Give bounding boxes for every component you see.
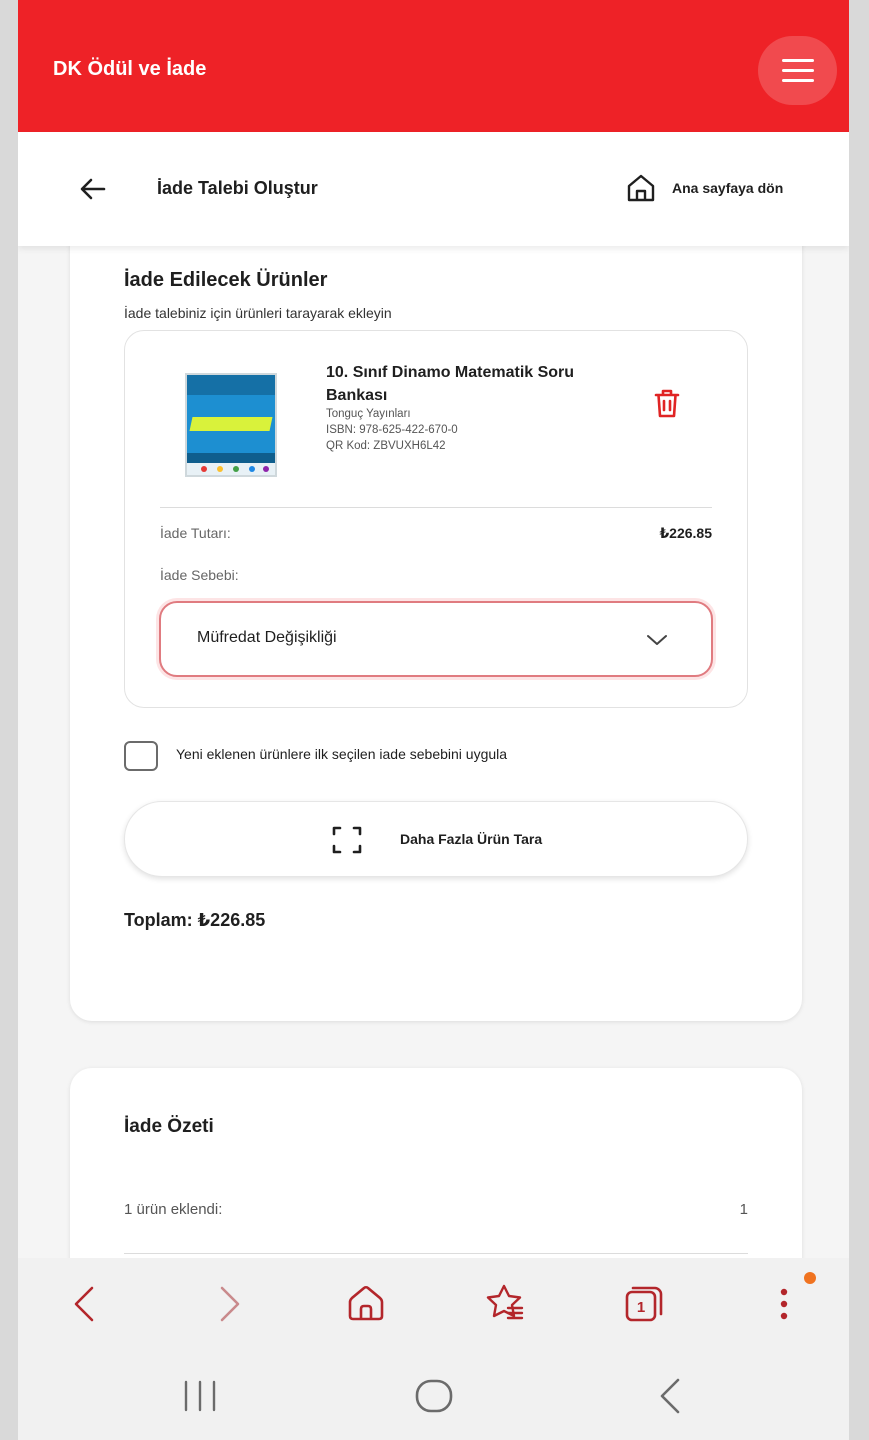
trash-icon[interactable] bbox=[650, 386, 684, 420]
summary-row-value: 1 bbox=[739, 1201, 748, 1218]
tab-count: 1 bbox=[637, 1299, 645, 1316]
bookmarks-icon[interactable] bbox=[482, 1282, 526, 1326]
apply-reason-label: Yeni eklenen ürünlere ilk seçilen iade s… bbox=[176, 746, 508, 762]
hamburger-menu-button[interactable] bbox=[758, 36, 837, 105]
home-icon bbox=[627, 174, 655, 202]
recent-apps-icon[interactable] bbox=[178, 1378, 222, 1414]
more-icon[interactable] bbox=[762, 1282, 806, 1326]
product-qr-code: QR Kod: ZBVUXH6L42 bbox=[326, 440, 446, 452]
summary-row-label: 1 ürün eklendi: bbox=[124, 1201, 223, 1218]
scan-more-button[interactable]: Daha Fazla Ürün Tara bbox=[124, 801, 748, 877]
product-title: 10. Sınıf Dinamo Matematik Soru Bankası bbox=[326, 364, 575, 404]
items-card: İade Edilecek Ürünler İade talebiniz içi… bbox=[70, 246, 802, 1021]
app-title: DK Ödül ve İade bbox=[53, 58, 207, 80]
product-publisher: Tonguç Yayınları bbox=[326, 408, 411, 420]
system-nav-bar bbox=[18, 1352, 849, 1440]
back-arrow-icon[interactable] bbox=[76, 172, 110, 206]
summary-divider bbox=[124, 1253, 748, 1254]
notification-dot bbox=[804, 1272, 816, 1284]
items-section-subtitle: İade talebiniz için ürünleri tarayarak e… bbox=[124, 305, 392, 321]
scan-frame-icon bbox=[332, 826, 362, 854]
page-title: İade Talebi Oluştur bbox=[157, 178, 318, 198]
product-isbn: ISBN: 978-625-422-670-0 bbox=[326, 424, 458, 436]
total-amount: Toplam: ₺226.85 bbox=[124, 910, 266, 930]
app-bar: DK Ödül ve İade bbox=[18, 0, 849, 132]
page-header: İade Talebi Oluştur Ana sayfaya dön bbox=[18, 132, 849, 246]
chevron-down-icon bbox=[647, 635, 667, 645]
book-cover-image bbox=[185, 373, 277, 477]
back-icon[interactable] bbox=[64, 1282, 108, 1326]
forward-icon[interactable] bbox=[206, 1282, 250, 1326]
tabs-icon[interactable]: 1 bbox=[622, 1282, 666, 1326]
summary-title: İade Özeti bbox=[124, 1116, 214, 1137]
summary-card: İade Özeti 1 ürün eklendi: 1 bbox=[70, 1068, 802, 1258]
refund-reason-select[interactable]: Müfredat Değişikliği bbox=[159, 601, 713, 677]
items-section-title: İade Edilecek Ürünler bbox=[124, 269, 328, 291]
system-back-icon[interactable] bbox=[650, 1376, 690, 1416]
apply-reason-checkbox[interactable] bbox=[124, 741, 158, 771]
refund-amount-label: İade Tutarı: bbox=[160, 525, 231, 541]
phone-screen: DK Ödül ve İade İade Talebi Oluştur Ana … bbox=[18, 0, 849, 1440]
divider bbox=[160, 507, 712, 508]
scan-more-label: Daha Fazla Ürün Tara bbox=[400, 831, 543, 847]
refund-reason-value: Müfredat Değişikliği bbox=[197, 629, 337, 646]
home-icon[interactable] bbox=[344, 1282, 388, 1326]
home-link[interactable]: Ana sayfaya dön bbox=[624, 170, 783, 206]
browser-toolbar: 1 bbox=[18, 1258, 849, 1352]
content-area[interactable]: İade Edilecek Ürünler İade talebiniz içi… bbox=[18, 246, 849, 1258]
home-button-icon[interactable] bbox=[412, 1376, 456, 1416]
home-link-label: Ana sayfaya dön bbox=[672, 180, 784, 196]
product-card: 10. Sınıf Dinamo Matematik Soru Bankası … bbox=[124, 330, 748, 708]
refund-amount-value: ₺226.85 bbox=[659, 525, 712, 541]
hamburger-menu-icon bbox=[781, 59, 814, 62]
refund-reason-label: İade Sebebi: bbox=[160, 567, 239, 583]
